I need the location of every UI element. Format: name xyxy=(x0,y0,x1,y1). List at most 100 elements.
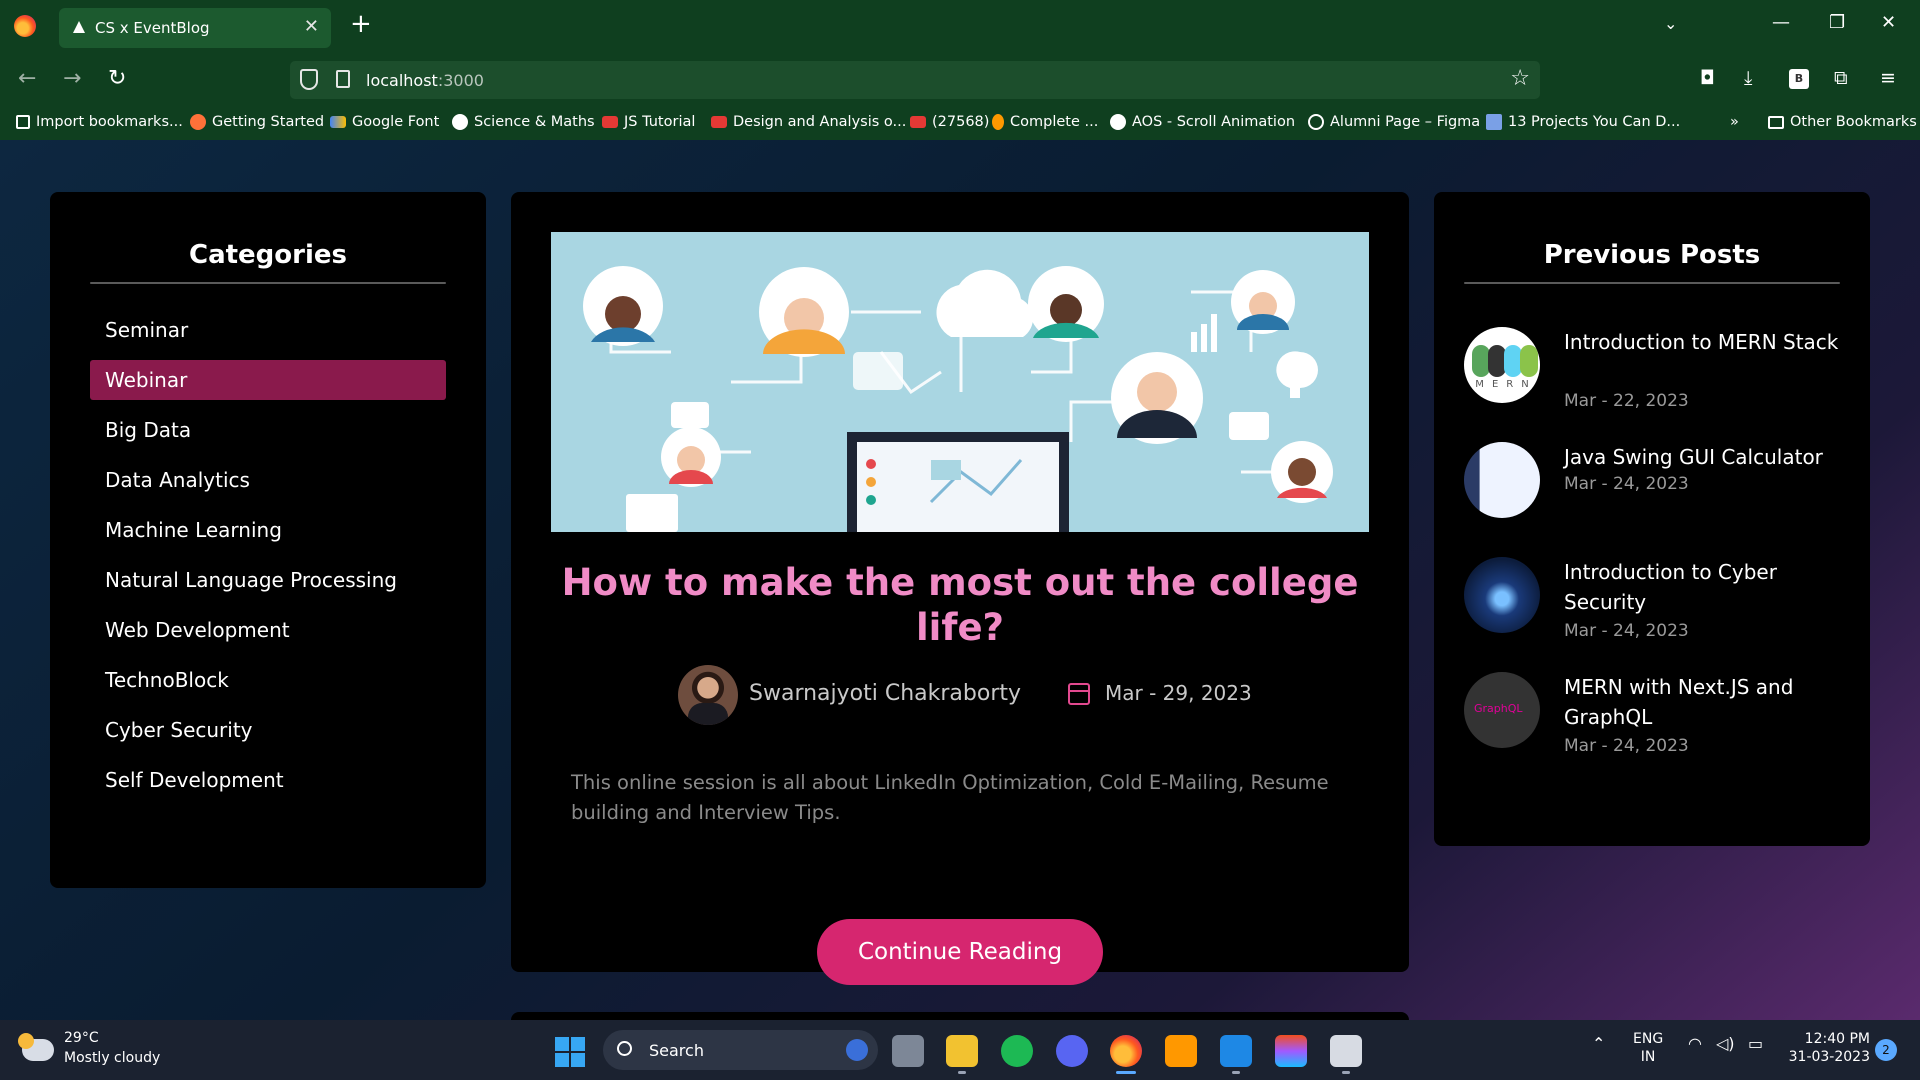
show-hidden-icons-icon[interactable]: ⌃ xyxy=(1592,1034,1605,1053)
fire-icon xyxy=(992,114,1004,130)
temperature[interactable]: 29°C xyxy=(64,1030,99,1046)
vscode-icon[interactable] xyxy=(1220,1035,1252,1067)
bookmark-item[interactable]: JS Tutorial xyxy=(602,114,695,130)
spotify-icon[interactable] xyxy=(1001,1035,1033,1067)
tracking-shield-icon[interactable] xyxy=(300,69,318,90)
previous-posts-title: Previous Posts xyxy=(1543,240,1761,270)
extensions-icon[interactable]: ⧉ xyxy=(1834,67,1848,89)
file-explorer-icon[interactable] xyxy=(946,1035,978,1067)
network-illustration xyxy=(551,232,1369,532)
bookmark-item[interactable]: 13 Projects You Can D... xyxy=(1486,114,1680,130)
bookmark-item[interactable]: Alumni Page – Figma xyxy=(1308,114,1480,130)
new-tab-icon[interactable]: + xyxy=(350,11,372,37)
volume-icon[interactable]: ◁) xyxy=(1716,1034,1735,1053)
site-icon xyxy=(452,114,468,130)
system-clock[interactable]: 12:40 PM 31-03-2023 xyxy=(1780,1030,1870,1066)
previous-post-title[interactable]: Introduction to MERN Stack xyxy=(1564,327,1844,357)
bookmark-item[interactable]: Complete ... xyxy=(992,114,1098,130)
address-bar[interactable]: localhost:3000 ☆ xyxy=(290,61,1540,99)
youtube-icon xyxy=(910,116,926,128)
category-webinar[interactable]: Webinar xyxy=(90,360,446,400)
post-hero-image[interactable] xyxy=(551,232,1369,532)
battery-icon[interactable]: ▭ xyxy=(1748,1034,1763,1053)
author-name: Swarnajyoti Chakraborty xyxy=(749,681,1022,706)
weather-condition[interactable]: Mostly cloudy xyxy=(64,1050,160,1066)
category-machine-learning[interactable]: Machine Learning xyxy=(90,510,446,550)
bookmark-item[interactable]: Design and Analysis o... xyxy=(711,114,906,130)
language-indicator[interactable]: ENG IN xyxy=(1633,1030,1663,1066)
previous-post-item[interactable]: GraphQL MERN with Next.JS and GraphQL Ma… xyxy=(1464,672,1844,787)
task-view-icon[interactable] xyxy=(892,1035,924,1067)
category-big-data[interactable]: Big Data xyxy=(90,410,446,450)
category-self-development[interactable]: Self Development xyxy=(90,760,446,800)
wifi-icon[interactable]: ◠ xyxy=(1688,1034,1702,1053)
globe-icon xyxy=(1308,114,1324,130)
category-web-development[interactable]: Web Development xyxy=(90,610,446,650)
bing-icon[interactable] xyxy=(846,1039,868,1061)
category-seminar[interactable]: Seminar xyxy=(90,310,446,350)
restore-icon[interactable]: ❐ xyxy=(1829,12,1845,33)
firefox-icon[interactable] xyxy=(14,15,36,37)
categories-title: Categories xyxy=(188,240,347,270)
divider xyxy=(90,282,446,284)
weather-cloud-icon[interactable] xyxy=(18,1033,54,1061)
browser-tab-strip: CS x EventBlog ✕ + ⌄ — ❐ ✕ xyxy=(0,0,1920,55)
previous-post-title[interactable]: MERN with Next.JS and GraphQL xyxy=(1564,672,1844,732)
taskbar-search[interactable]: Search xyxy=(603,1030,878,1070)
notification-badge[interactable]: 2 xyxy=(1875,1039,1897,1061)
bookmark-item[interactable]: Import bookmarks... xyxy=(16,114,183,130)
running-indicator xyxy=(958,1071,966,1074)
post-title[interactable]: How to make the most out the college lif… xyxy=(551,560,1369,650)
previous-post-title[interactable]: Java Swing GUI Calculator xyxy=(1564,442,1844,472)
page-info-icon[interactable] xyxy=(336,70,350,88)
divider xyxy=(1464,282,1840,284)
previous-post-item[interactable]: Introduction to Cyber Security Mar - 24,… xyxy=(1464,557,1844,672)
extension-b-icon[interactable]: B xyxy=(1789,69,1809,89)
close-window-icon[interactable]: ✕ xyxy=(1881,12,1896,33)
downloads-icon[interactable]: ⤓ xyxy=(1744,67,1752,89)
forward-icon[interactable]: → xyxy=(63,66,81,91)
menu-icon[interactable]: ≡ xyxy=(1880,67,1896,89)
close-tab-icon[interactable]: ✕ xyxy=(304,16,319,37)
url-text[interactable]: localhost:3000 xyxy=(366,71,484,90)
bookmark-item[interactable]: (27568) xyxy=(910,114,989,130)
list-tabs-icon[interactable]: ⌄ xyxy=(1664,14,1677,33)
continue-reading-button[interactable]: Continue Reading xyxy=(817,919,1103,985)
back-icon[interactable]: ← xyxy=(18,66,36,91)
bookmark-item[interactable]: Science & Maths xyxy=(452,114,595,130)
previous-post-item[interactable]: MERN Introduction to MERN Stack Mar - 22… xyxy=(1464,327,1844,442)
snipping-tool-icon[interactable] xyxy=(1330,1035,1362,1067)
discord-icon[interactable] xyxy=(1056,1035,1088,1067)
bookmark-item[interactable]: AOS - Scroll Animation xyxy=(1110,114,1295,130)
search-icon xyxy=(617,1041,632,1056)
profile-icon xyxy=(1486,114,1502,130)
bookmark-item[interactable]: Getting Started xyxy=(190,114,324,130)
mern-letter: E xyxy=(1491,379,1507,390)
running-indicator xyxy=(1232,1071,1240,1074)
reload-icon[interactable]: ↻ xyxy=(108,66,126,91)
sublime-text-icon[interactable] xyxy=(1165,1035,1197,1067)
other-bookmarks[interactable]: Other Bookmarks xyxy=(1768,114,1917,130)
figma-icon[interactable] xyxy=(1275,1035,1307,1067)
previous-post-date: Mar - 24, 2023 xyxy=(1564,474,1689,494)
bookmark-item[interactable]: Google Font xyxy=(330,114,439,130)
youtube-icon xyxy=(602,116,618,128)
category-data-analytics[interactable]: Data Analytics xyxy=(90,460,446,500)
previous-post-item[interactable]: Java Swing GUI Calculator Mar - 24, 2023 xyxy=(1464,442,1844,557)
category-nlp[interactable]: Natural Language Processing xyxy=(90,560,446,600)
browser-tab[interactable]: CS x EventBlog ✕ xyxy=(59,8,331,48)
category-cyber-security[interactable]: Cyber Security xyxy=(90,710,446,750)
graphql-thumbnail: GraphQL xyxy=(1464,672,1540,748)
previous-post-title[interactable]: Introduction to Cyber Security xyxy=(1564,557,1844,617)
windows-start-icon[interactable] xyxy=(555,1037,585,1067)
browser-toolbar: ← → ↻ localhost:3000 ☆ ◘ ⤓ B ⧉ ≡ xyxy=(0,55,1920,105)
previous-post-date: Mar - 24, 2023 xyxy=(1564,736,1689,756)
firefox-taskbar-icon[interactable] xyxy=(1110,1035,1142,1067)
category-technoblock[interactable]: TechnoBlock xyxy=(90,660,446,700)
firefox-icon xyxy=(190,114,206,130)
minimize-icon[interactable]: — xyxy=(1772,12,1790,33)
bookmark-star-icon[interactable]: ☆ xyxy=(1510,66,1530,91)
bookmarks-bar: Import bookmarks... Getting Started Goog… xyxy=(0,105,1920,140)
pocket-icon[interactable]: ◘ xyxy=(1700,67,1715,89)
more-bookmarks-icon[interactable]: » xyxy=(1730,114,1739,130)
